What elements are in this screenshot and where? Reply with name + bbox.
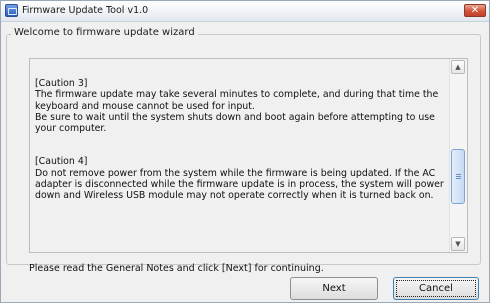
scroll-thumb[interactable] — [451, 149, 465, 204]
instruction-note: Please read the General Notes and click … — [29, 263, 324, 274]
notes-content: [Caution 3] The firmware update may take… — [35, 67, 447, 223]
title-bar[interactable]: Firmware Update Tool v1.0 ✕ — [1, 1, 489, 22]
close-button[interactable]: ✕ — [464, 4, 486, 17]
app-icon — [5, 4, 18, 17]
groupbox-title: Welcome to firmware update wizard — [11, 27, 198, 38]
scroll-grip-icon — [456, 174, 461, 175]
notes-textbox[interactable]: [Caution 3] The firmware update may take… — [29, 58, 468, 253]
caution4-body: Do not remove power from the system whil… — [35, 167, 444, 202]
cancel-button-label: Cancel — [396, 280, 476, 297]
scroll-down-arrow-icon[interactable]: ▼ — [451, 237, 465, 251]
window-title: Firmware Update Tool v1.0 — [22, 5, 149, 16]
caution3-body: The firmware update may take several min… — [35, 89, 439, 135]
caution3-heading: [Caution 3] — [35, 78, 88, 90]
next-button[interactable]: Next — [290, 277, 378, 300]
cancel-button[interactable]: Cancel — [393, 277, 479, 300]
scroll-up-arrow-icon[interactable]: ▲ — [451, 60, 465, 74]
vertical-scrollbar[interactable]: ▲ ▼ — [449, 59, 467, 252]
firmware-update-window: Firmware Update Tool v1.0 ✕ Welcome to f… — [0, 0, 490, 303]
caution4-heading: [Caution 4] — [35, 156, 88, 168]
